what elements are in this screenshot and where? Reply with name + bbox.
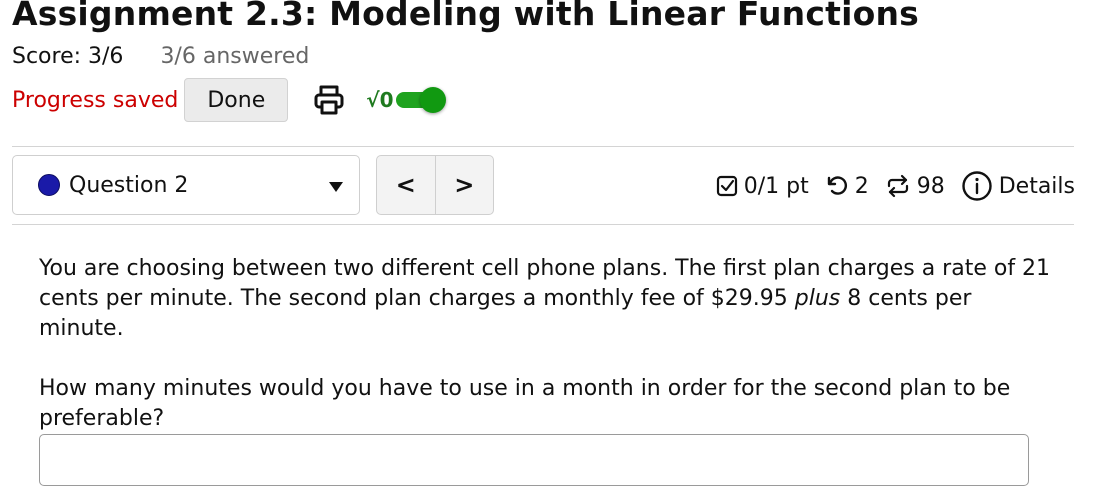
question-status-dot: [38, 174, 60, 196]
progress-row: Progress saved Done √0: [12, 78, 446, 122]
math-entry-toggle[interactable]: √0: [366, 87, 446, 113]
sqrt-icon: √0: [366, 88, 394, 112]
page-title: Assignment 2.3: Modeling with Linear Fun…: [12, 0, 919, 33]
question-paragraph-1: You are choosing between two different c…: [39, 254, 1059, 344]
divider-bottom: [12, 224, 1074, 225]
chevron-down-icon: [329, 182, 343, 192]
toggle-switch[interactable]: [395, 87, 446, 113]
next-question-button[interactable]: >: [434, 156, 494, 214]
points-item: 0/1 pt: [716, 174, 809, 199]
print-icon[interactable]: [312, 83, 346, 117]
progress-saved-status: Progress saved: [12, 87, 179, 113]
attempts-count: 98: [916, 173, 945, 199]
retries-count: 2: [854, 173, 869, 199]
points-label: 0/1 pt: [743, 173, 809, 199]
details-label: Details: [998, 173, 1075, 199]
question-text-emphasis: plus: [794, 286, 841, 311]
question-meta: 0/1 pt 2 98 Details: [716, 168, 1075, 204]
details-button[interactable]: Details: [961, 170, 1075, 202]
question-nav-group: < >: [376, 155, 494, 215]
retry-icon: [825, 174, 849, 198]
answer-input[interactable]: [39, 434, 1029, 486]
assignment-page: Assignment 2.3: Modeling with Linear Fun…: [0, 0, 1093, 490]
question-paragraph-2: How many minutes would you have to use i…: [39, 376, 1011, 431]
info-icon: [961, 170, 993, 202]
toggle-knob: [419, 87, 446, 113]
done-button[interactable]: Done: [184, 78, 289, 122]
question-select[interactable]: Question 2: [12, 155, 360, 215]
question-select-label: Question 2: [69, 172, 189, 198]
divider-top: [12, 146, 1074, 147]
repeat-icon: [885, 174, 911, 198]
checkbox-icon: [716, 175, 738, 197]
question-body: You are choosing between two different c…: [39, 254, 1059, 434]
retries-item: 2: [825, 174, 869, 199]
attempts-item: 98: [885, 174, 945, 199]
score-label: Score: 3/6: [12, 44, 124, 69]
answered-count: 3/6 answered: [160, 44, 310, 69]
previous-question-button[interactable]: <: [377, 156, 435, 214]
score-row: Score: 3/6 3/6 answered: [12, 44, 309, 69]
